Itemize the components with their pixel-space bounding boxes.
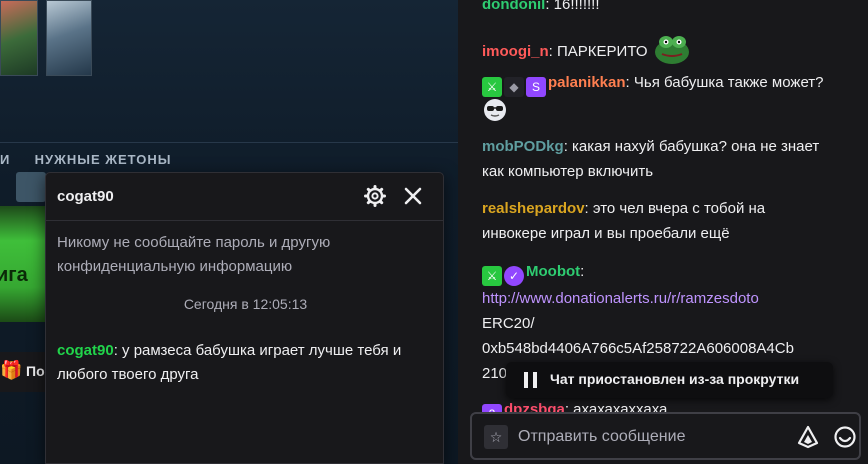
chat-username[interactable]: mobPODkg [482,138,564,155]
pepe-emote-icon [654,36,689,64]
user-card-header: cogat90 [46,173,443,221]
league-banner: ига [0,206,46,322]
user-card-message: cogat90: у рамзеса бабушка играет лучше … [57,339,417,387]
verified-bot-badge-icon[interactable]: ✓ [504,266,524,286]
security-warning: Никому не сообщайте пароль и другую конф… [57,234,331,275]
subscriber-badge-icon[interactable]: S [526,77,546,97]
chat-username[interactable]: dondonil [482,0,545,13]
sunglasses-emote-icon [484,99,506,121]
star-icon[interactable]: ☆ [484,425,508,449]
chat-message: imoogi_n: ПАРКЕРИТО [482,30,832,64]
moderator-badge-icon[interactable]: ⚔ [482,266,502,286]
chat-username[interactable]: imoogi_n [482,43,549,60]
chat-paused-banner[interactable]: Чат приостановлен из-за прокрутки [506,362,833,398]
chat-username[interactable]: palanikkan [548,74,626,91]
logo-icon [16,172,46,202]
message-username[interactable]: cogat90 [57,342,114,359]
hero-portrait [46,0,92,76]
message-timestamp: Сегодня в 12:05:13 [183,296,308,312]
chat-input[interactable] [518,424,788,450]
chat-message: ⚔ ◆ Spalanikkan: Чья бабушка также может? [482,70,832,123]
user-card: cogat90 Никому не сообщайте пароль и дру… [45,172,444,464]
chat-message: dondonil: 16!!!!!!! [482,0,832,17]
bits-icon[interactable] [797,425,819,449]
divider [0,142,458,143]
custom-badge-icon[interactable]: ◆ [504,77,524,97]
close-icon[interactable] [401,184,425,208]
chat-link[interactable]: http://www.donationalerts.ru/r/ramzesdot… [482,290,759,307]
chat-message: realshepardov: это чел вчера с тобой на … [482,200,766,242]
chat-username[interactable]: Moobot [526,263,580,280]
gear-icon[interactable] [363,184,387,208]
pause-icon [524,372,540,388]
chat-input-box: ☆ [470,412,861,460]
emote-icon[interactable] [833,425,857,449]
chat-message: mobPODkg: какая нахуй бабушка? она не зн… [482,138,820,180]
hero-portrait [0,0,38,76]
moderator-badge-icon[interactable]: ⚔ [482,77,502,97]
gift-button[interactable]: 🎁 По [0,352,46,392]
chat-username[interactable]: realshepardov [482,200,585,217]
tokens-label: И НУЖНЫЕ ЖЕТОНЫ [0,152,172,167]
user-card-username[interactable]: cogat90 [57,188,114,205]
gift-icon: 🎁 [0,360,23,380]
